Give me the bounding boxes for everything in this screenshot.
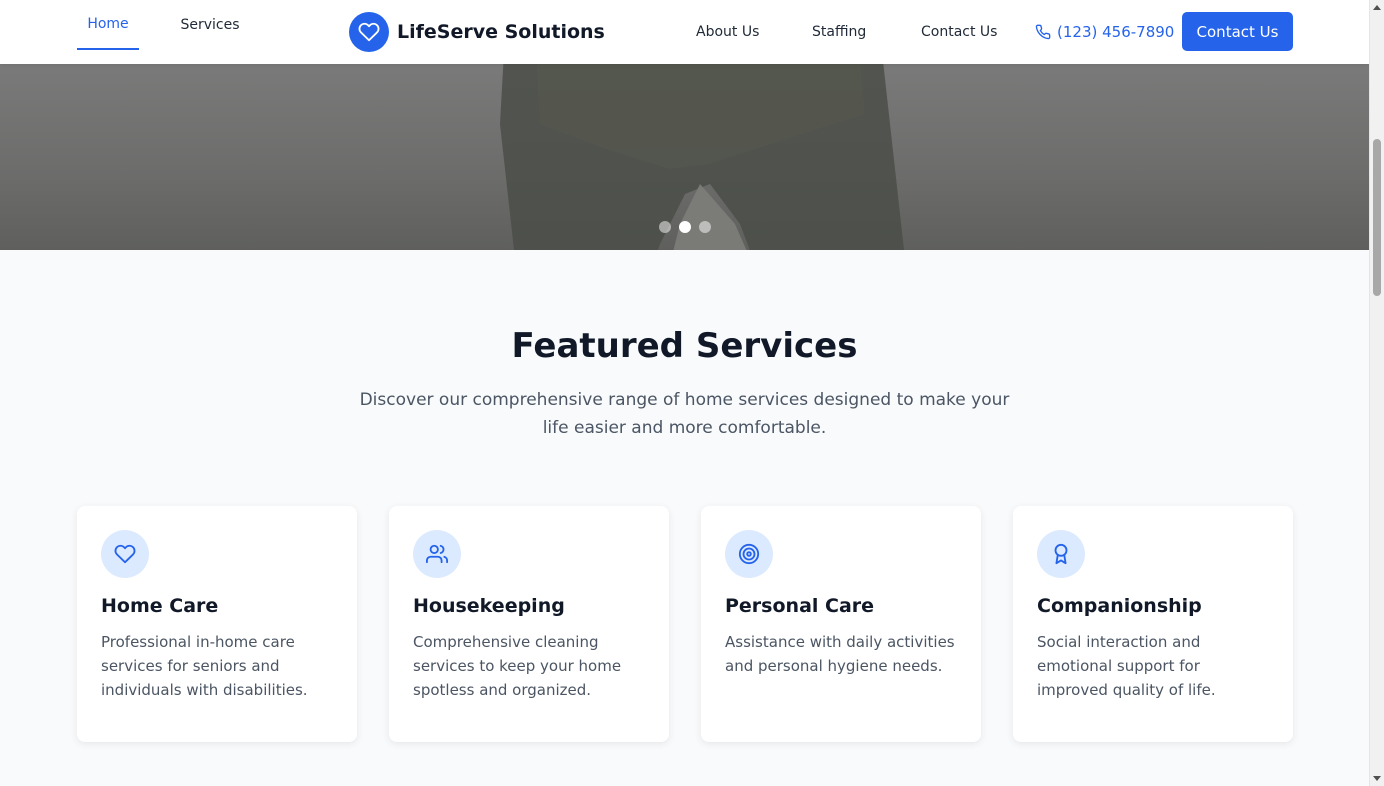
vertical-scrollbar[interactable]	[1369, 0, 1384, 786]
phone-icon	[1035, 24, 1051, 40]
card-title: Housekeeping	[413, 595, 565, 617]
card-description: Comprehensive cleaning services to keep …	[413, 633, 622, 699]
target-icon	[725, 530, 773, 578]
heart-icon	[101, 530, 149, 578]
carousel-dot-3[interactable]	[699, 221, 711, 233]
card-title: Companionship	[1037, 595, 1202, 617]
brand-name: LifeServe Solutions	[397, 21, 605, 43]
hero-carousel	[0, 64, 1369, 250]
carousel-dot-2[interactable]	[679, 221, 691, 233]
section-title: Featured Services	[511, 326, 858, 366]
scrollbar-thumb[interactable]	[1373, 139, 1381, 296]
nav-contact-link[interactable]: Contact Us	[921, 0, 997, 64]
card-description: Social interaction and emotional support…	[1037, 633, 1216, 699]
contact-us-button[interactable]: Contact Us	[1182, 12, 1293, 51]
top-navbar: Home Services LifeServe Solutions About …	[0, 0, 1369, 64]
service-card-companionship[interactable]: Companionship Social interaction and emo…	[1013, 506, 1293, 742]
service-card-personal-care[interactable]: Personal Care Assistance with daily acti…	[701, 506, 981, 742]
scroll-down-arrow-icon[interactable]	[1373, 776, 1381, 781]
award-icon	[1037, 530, 1085, 578]
carousel-dot-1[interactable]	[659, 221, 671, 233]
service-card-home-care[interactable]: Home Care Professional in-home care serv…	[77, 506, 357, 742]
phone-number: (123) 456-7890	[1057, 23, 1175, 41]
nav-services-link[interactable]: Services	[172, 0, 248, 50]
card-title: Home Care	[101, 595, 219, 617]
heart-logo-icon	[349, 12, 389, 52]
nav-about-link[interactable]: About Us	[696, 0, 759, 64]
phone-link[interactable]: (123) 456-7890	[1035, 0, 1174, 64]
card-title: Personal Care	[725, 595, 875, 617]
carousel-dots	[659, 221, 711, 233]
nav-home-link[interactable]: Home	[77, 0, 139, 50]
brand[interactable]: LifeServe Solutions	[349, 12, 605, 52]
page: Home Services LifeServe Solutions About …	[0, 0, 1369, 786]
card-description: Professional in-home care services for s…	[101, 633, 308, 699]
section-subtitle: Discover our comprehensive range of home…	[359, 390, 1010, 438]
scroll-up-arrow-icon[interactable]	[1373, 5, 1381, 10]
users-icon	[413, 530, 461, 578]
nav-staffing-link[interactable]: Staffing	[812, 0, 866, 64]
service-card-housekeeping[interactable]: Housekeeping Comprehensive cleaning serv…	[389, 506, 669, 742]
card-description: Assistance with daily activities and per…	[725, 633, 955, 675]
